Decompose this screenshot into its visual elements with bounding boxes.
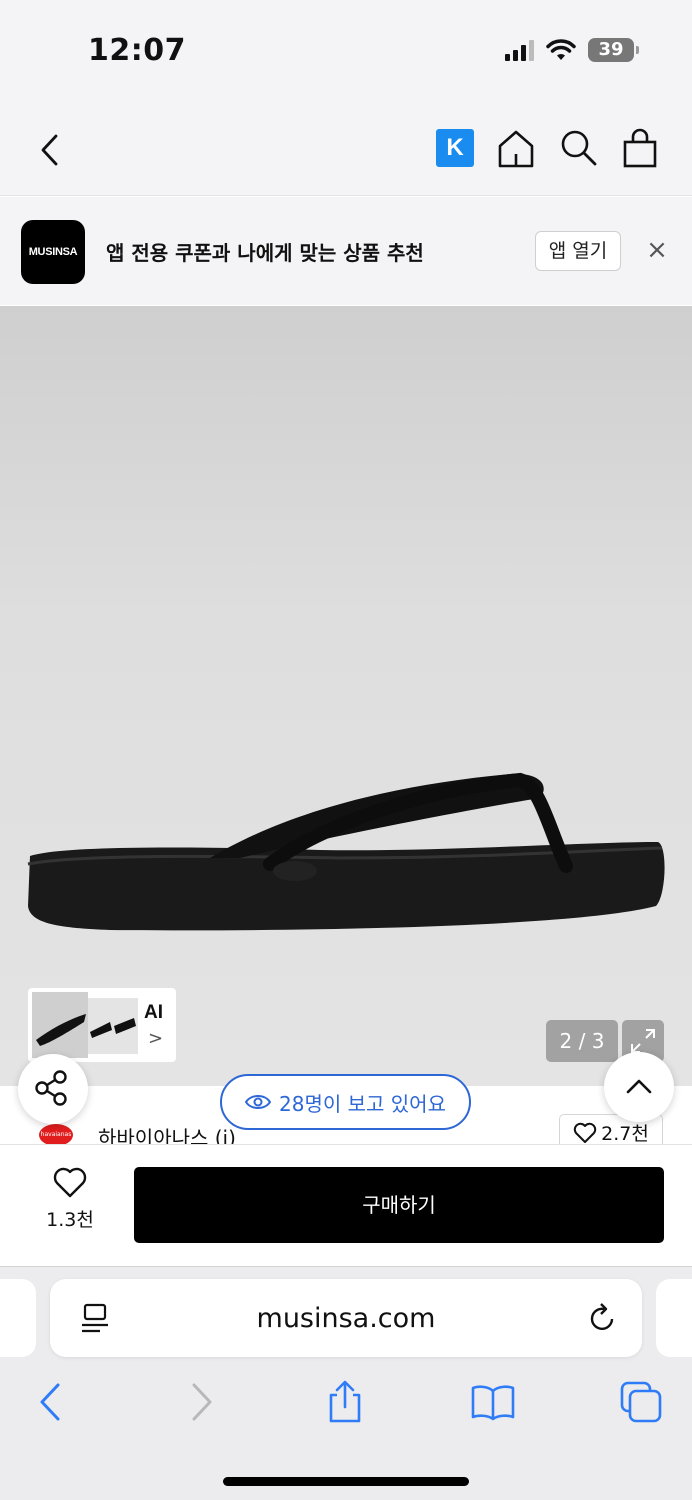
back-icon[interactable] — [32, 130, 68, 170]
brand-like-count: 2.7천 — [601, 1123, 649, 1145]
product-image-gallery[interactable]: AI > 2 / 3 — [0, 306, 692, 1086]
home-icon[interactable] — [496, 128, 536, 168]
purchase-bar: 1.3천 구매하기 — [0, 1144, 692, 1266]
status-bar: 12:07 39 — [0, 0, 692, 100]
heart-icon — [53, 1167, 87, 1198]
wishlist-button[interactable]: 1.3천 — [38, 1167, 102, 1232]
bookmarks-icon[interactable] — [470, 1379, 516, 1425]
battery-indicator: 39 — [588, 38, 639, 62]
status-icons: 39 — [505, 38, 639, 62]
nav-actions: K — [436, 128, 660, 168]
k-badge-button[interactable]: K — [436, 129, 474, 167]
status-time: 12:07 — [88, 33, 186, 68]
share-sheet-icon[interactable] — [322, 1379, 368, 1425]
app-install-banner: MUSINSA 앱 전용 쿠폰과 나에게 맞는 상품 추천 앱 열기 × — [0, 197, 692, 305]
viewers-text: 28명이 보고 있어요 — [279, 1091, 446, 1116]
brand-logo-text: havaianas — [39, 1124, 73, 1146]
tabs-icon[interactable] — [618, 1379, 664, 1425]
chevron-up-icon — [626, 1079, 652, 1094]
heart-icon — [573, 1122, 597, 1143]
search-icon[interactable] — [558, 128, 598, 168]
ai-label: AI — [144, 1002, 163, 1023]
product-photo-sandal — [27, 772, 665, 931]
musinsa-logo: MUSINSA — [21, 220, 85, 284]
viewers-pill: 28명이 보고 있어요 — [220, 1074, 471, 1130]
eye-icon — [245, 1095, 272, 1109]
home-indicator — [223, 1477, 469, 1486]
buy-button[interactable]: 구매하기 — [134, 1167, 664, 1243]
share-button[interactable] — [18, 1054, 88, 1124]
browser-forward-icon[interactable] — [178, 1379, 224, 1425]
browser-toolbar: musinsa.com — [0, 1266, 692, 1500]
shopping-bag-icon[interactable] — [620, 128, 660, 168]
chevron-right-icon: > — [148, 1028, 164, 1049]
ai-similar-thumbnail[interactable]: AI > — [28, 988, 176, 1062]
previous-tab-preview[interactable] — [0, 1279, 36, 1357]
reload-icon[interactable] — [586, 1301, 618, 1335]
share-icon — [35, 1070, 67, 1106]
banner-text: 앱 전용 쿠폰과 나에게 맞는 상품 추천 — [106, 241, 424, 265]
browser-back-icon[interactable] — [28, 1379, 74, 1425]
browser-tools — [0, 1379, 692, 1449]
address-bar[interactable]: musinsa.com — [50, 1279, 642, 1357]
url-text: musinsa.com — [256, 1303, 436, 1334]
scroll-top-button[interactable] — [604, 1052, 674, 1122]
thumbnail-image — [32, 992, 138, 1058]
cellular-signal-icon — [505, 39, 534, 61]
wifi-icon — [546, 39, 576, 60]
open-app-button[interactable]: 앱 열기 — [535, 231, 621, 271]
close-banner-icon[interactable]: × — [640, 233, 674, 267]
wishlist-count: 1.3천 — [46, 1209, 94, 1231]
next-tab-preview[interactable] — [656, 1279, 692, 1357]
top-nav-bar: K — [0, 100, 692, 196]
